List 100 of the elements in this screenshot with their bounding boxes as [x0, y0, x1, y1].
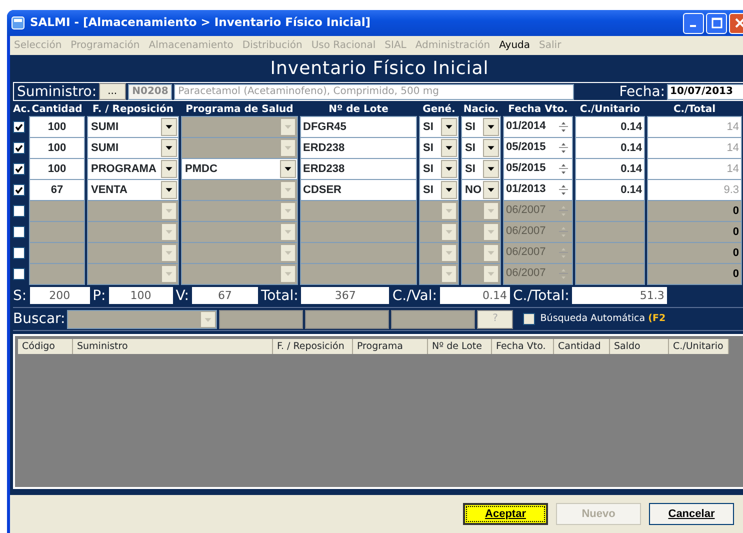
lot-field[interactable] [300, 263, 417, 285]
national-dropdown[interactable]: NO [461, 179, 501, 201]
quantity-field[interactable]: 100 [29, 116, 85, 138]
browse-button[interactable]: ... [98, 83, 126, 100]
total-cost-cell: 14 [647, 116, 742, 138]
total-label: C./Val: [392, 288, 437, 304]
maximize-icon[interactable] [710, 17, 722, 29]
checkbox[interactable] [13, 205, 25, 217]
unit-cost-field[interactable]: 0.14 [575, 179, 645, 201]
minimize-button[interactable] [683, 12, 704, 34]
program-dropdown[interactable]: PMDC [181, 158, 298, 180]
total-cost-cell: 14 [647, 158, 742, 180]
total-cost-cell: 0 [647, 242, 742, 264]
program-dropdown[interactable] [181, 263, 298, 285]
lot-field[interactable]: CDSER [300, 179, 417, 201]
fecha-label: Fecha: [619, 84, 665, 100]
column-header[interactable]: Código [18, 339, 73, 354]
reposition-dropdown[interactable]: SUMI [87, 137, 179, 159]
reposition-dropdown[interactable]: PROGRAMA [87, 158, 179, 180]
program-dropdown[interactable] [181, 242, 298, 264]
unit-cost-field[interactable]: 0.14 [575, 137, 645, 159]
lot-field[interactable] [300, 200, 417, 222]
window-title: SALMI - [Almacenamiento > Inventario Físico Inicial] [30, 14, 371, 32]
action-button[interactable]: Aceptar [463, 503, 548, 525]
close-icon[interactable] [734, 17, 743, 29]
unit-cost-field[interactable]: 0.14 [575, 158, 645, 180]
reposition-dropdown[interactable]: VENTA [87, 179, 179, 201]
expiry-field[interactable]: 05/2015 [503, 158, 573, 180]
reposition-dropdown[interactable] [87, 221, 179, 243]
generic-dropdown[interactable] [419, 221, 459, 243]
national-dropdown[interactable] [461, 221, 501, 243]
unit-cost-field[interactable]: 0.14 [575, 116, 645, 138]
quantity-field[interactable] [29, 221, 85, 243]
quantity-field[interactable]: 67 [29, 179, 85, 201]
total-field: 51.3 [572, 287, 668, 304]
search-field[interactable] [219, 310, 304, 328]
checkbox[interactable] [13, 268, 25, 280]
checkbox[interactable] [13, 184, 25, 196]
maximize-button[interactable] [706, 12, 727, 34]
program-dropdown[interactable] [181, 200, 298, 222]
column-header[interactable]: F. / Reposición [273, 339, 353, 354]
column-header[interactable]: Programa [353, 339, 428, 354]
buscar-label: Buscar: [13, 311, 66, 327]
total-cost-cell: 0 [647, 263, 742, 285]
column-header[interactable]: Cantidad [554, 339, 610, 354]
expiry-field[interactable]: 01/2014 [503, 116, 573, 138]
expiry-field[interactable]: 05/2015 [503, 137, 573, 159]
column-header: Nº de Lote [328, 103, 390, 116]
national-dropdown[interactable] [461, 263, 501, 285]
generic-dropdown[interactable]: SI [419, 179, 459, 201]
checkbox[interactable] [523, 313, 536, 325]
national-dropdown[interactable]: SI [461, 158, 501, 180]
generic-dropdown[interactable]: SI [419, 158, 459, 180]
generic-dropdown[interactable] [419, 263, 459, 285]
menu-item[interactable]: Ayuda [499, 38, 530, 53]
national-dropdown[interactable] [461, 242, 501, 264]
column-header[interactable]: Suministro [73, 339, 273, 354]
quantity-field[interactable]: 100 [29, 137, 85, 159]
checkbox[interactable] [13, 163, 25, 175]
expiry-field[interactable]: 01/2013 [503, 179, 573, 201]
generic-dropdown[interactable]: SI [419, 137, 459, 159]
search-field[interactable] [305, 310, 390, 328]
column-header: Ac. [13, 103, 27, 116]
lot-field[interactable] [300, 242, 417, 264]
program-dropdown[interactable] [181, 116, 298, 138]
national-dropdown[interactable]: SI [461, 116, 501, 138]
column-header[interactable]: Nº de Lote [428, 339, 492, 354]
search-field[interactable] [391, 310, 476, 328]
quantity-field[interactable] [29, 242, 85, 264]
quantity-field[interactable] [29, 200, 85, 222]
unit-cost-field[interactable] [575, 242, 645, 264]
unit-cost-field[interactable] [575, 200, 645, 222]
column-header[interactable]: C./Unitario [669, 339, 729, 354]
auto-search-label: Búsqueda Automática (F2 [540, 312, 666, 326]
total-field: 367 [301, 287, 390, 304]
checkbox[interactable] [13, 121, 25, 133]
lot-field[interactable]: ERD238 [300, 137, 417, 159]
form-title: Inventario Físico Inicial [269, 57, 490, 81]
reposition-dropdown[interactable]: SUMI [87, 116, 179, 138]
national-dropdown[interactable]: SI [461, 137, 501, 159]
lot-field[interactable]: DFGR45 [300, 116, 417, 138]
checkbox[interactable] [13, 142, 25, 154]
total-cost-cell: 0 [647, 200, 742, 222]
reposition-dropdown[interactable] [87, 242, 179, 264]
program-dropdown[interactable] [181, 221, 298, 243]
unit-cost-field[interactable] [575, 263, 645, 285]
lot-field[interactable]: ERD238 [300, 158, 417, 180]
quantity-field[interactable] [29, 263, 85, 285]
unit-cost-field[interactable] [575, 221, 645, 243]
column-header[interactable]: Saldo [610, 339, 669, 354]
checkbox[interactable] [13, 247, 25, 259]
generic-dropdown[interactable]: SI [419, 116, 459, 138]
search-dropdown[interactable] [67, 310, 218, 328]
generic-dropdown[interactable] [419, 242, 459, 264]
quantity-field[interactable]: 100 [29, 158, 85, 180]
lot-field[interactable] [300, 221, 417, 243]
action-button[interactable]: Cancelar [649, 503, 734, 525]
reposition-dropdown[interactable] [87, 263, 179, 285]
checkbox[interactable] [13, 226, 25, 238]
column-header[interactable]: Fecha Vto. [492, 339, 554, 354]
